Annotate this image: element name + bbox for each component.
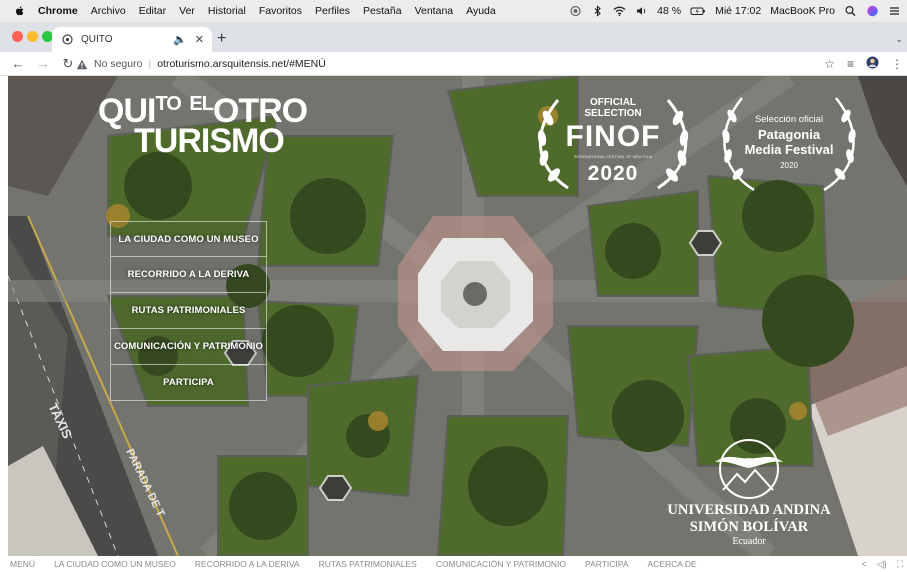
url-separator: | [148, 58, 152, 70]
not-secure-warning-icon[interactable] [76, 59, 88, 70]
tab-audio-icon[interactable]: 🔈 [173, 33, 187, 46]
menubar-editar[interactable]: Editar [139, 5, 166, 17]
bottom-nav-comunicacion-patrimonio[interactable]: COMUNICACIÓN Y PATRIMONIO [436, 559, 566, 569]
menu-item-ciudad-museo[interactable]: LA CIUDAD COMO UN MUSEO [110, 221, 267, 257]
tab-search-chevron-icon[interactable]: ⌄ [895, 34, 903, 45]
menubar-clock[interactable]: Mié 17:02 [715, 5, 761, 17]
menubar-ventana[interactable]: Ventana [415, 5, 454, 17]
main-menu: LA CIUDAD COMO UN MUSEO RECORRIDO A LA D… [110, 221, 267, 401]
bottom-nav-participa[interactable]: PARTICIPA [585, 559, 628, 569]
bookmark-star-icon[interactable]: ☆ [824, 57, 835, 71]
menubar-perfiles[interactable]: Perfiles [315, 5, 350, 17]
menu-item-participa[interactable]: PARTICIPA [110, 365, 267, 401]
menubar-ayuda[interactable]: Ayuda [466, 5, 496, 17]
bottom-nav-acerca-de[interactable]: ACERCA DE [648, 559, 697, 569]
tab-quito[interactable]: QUITO 🔈 ✕ [52, 27, 212, 52]
menubar-ver[interactable]: Ver [179, 5, 195, 17]
menubar-archivo[interactable]: Archivo [91, 5, 126, 17]
patagonia-name-line-1: Patagonia [757, 127, 821, 142]
menu-item-recorrido-deriva[interactable]: RECORRIDO A LA DERIVA [110, 257, 267, 293]
bottom-nav-recorrido-deriva[interactable]: RECORRIDO A LA DERIVA [195, 559, 300, 569]
university-name-line-2: SIMÓN BOLÍVAR [689, 519, 809, 535]
finof-official-selection: OFFICIAL SELECTION [584, 97, 642, 119]
window-minimize-button[interactable] [27, 31, 38, 42]
menubar-device-name[interactable]: MacBooK Pro [770, 5, 835, 17]
volume-icon[interactable] [635, 5, 648, 17]
browser-toolbar: ← → ↻ No seguro | otroturismo.arsquitens… [0, 52, 907, 76]
university-country: Ecuador [732, 536, 766, 547]
new-tab-button[interactable]: + [217, 31, 226, 47]
sound-icon[interactable]: ◁) [877, 559, 887, 570]
screen-record-icon[interactable] [569, 5, 582, 17]
bottom-nav-ciudad-museo[interactable]: LA CIUDAD COMO UN MUSEO [54, 559, 176, 569]
menubar-app-name[interactable]: Chrome [38, 5, 78, 17]
finof-subtitle: INTERNATIONAL FESTIVAL OF NEW FILM [573, 154, 653, 159]
menu-item-comunicacion-patrimonio[interactable]: COMUNICACIÓN Y PATRIMONIO [110, 329, 267, 365]
bottom-nav-rutas-patrimoniales[interactable]: RUTAS PATRIMONIALES [319, 559, 417, 569]
bottom-navigation: MENÚ LA CIUDAD COMO UN MUSEO RECORRIDO A… [0, 556, 907, 572]
share-icon[interactable]: < [862, 559, 867, 569]
wifi-icon[interactable] [613, 5, 626, 17]
condor-emblem-icon [715, 439, 783, 499]
not-secure-label[interactable]: No seguro [94, 58, 142, 70]
fullscreen-icon[interactable]: ⛶ [897, 559, 903, 570]
reading-list-icon[interactable]: ≡ [847, 57, 854, 71]
browser-menu-icon[interactable]: ⋮ [891, 57, 903, 71]
back-arrow-icon[interactable]: ← [11, 56, 25, 71]
control-center-icon[interactable] [888, 5, 901, 17]
menubar-favoritos[interactable]: Favoritos [259, 5, 302, 17]
menubar-status-area: 48 % Mié 17:02 MacBooK Pro [560, 0, 901, 22]
browser-tab-strip: QUITO 🔈 ✕ + ⌄ [0, 22, 907, 52]
menubar-historial[interactable]: Historial [208, 5, 246, 17]
patagonia-award-badge: Selección oficial Patagonia Media Festiv… [714, 90, 864, 194]
battery-percent: 48 % [657, 5, 682, 17]
url-text[interactable]: otroturismo.arsquitensis.net/#MENÚ [157, 58, 326, 70]
patagonia-name-line-2: Media Festival [744, 142, 834, 157]
hero-aerial-plaza: TAXIS PARADA DE T QUITO ELOTRO TURISMO L… [8, 76, 907, 556]
tab-favicon-icon [62, 34, 73, 45]
logo-line-2: TURISMO [134, 122, 285, 160]
spotlight-icon[interactable] [844, 5, 857, 17]
reload-icon[interactable]: ↻ [61, 56, 75, 72]
profile-avatar[interactable] [866, 56, 879, 72]
forward-arrow-icon[interactable]: → [36, 56, 50, 71]
bottom-nav-tools: < ◁) ⛶ [852, 556, 904, 572]
siri-icon[interactable] [866, 5, 879, 17]
patagonia-official-selection: Selección oficial [754, 114, 824, 125]
university-name-line-1: UNIVERSIDAD ANDINA [667, 502, 831, 518]
menu-item-rutas-patrimoniales[interactable]: RUTAS PATRIMONIALES [110, 293, 267, 329]
site-logo[interactable]: QUITO ELOTRO TURISMO [98, 94, 308, 160]
bottom-nav-menu[interactable]: MENÚ [10, 559, 35, 569]
bluetooth-icon[interactable] [591, 5, 604, 17]
finof-year: 2020 [587, 162, 639, 185]
tab-close-icon[interactable]: ✕ [195, 33, 204, 46]
window-close-button[interactable] [12, 31, 23, 42]
macos-menubar: Chrome Archivo Editar Ver Historial Favo… [0, 0, 907, 22]
address-bar[interactable]: No seguro | otroturismo.arsquitensis.net… [76, 54, 834, 74]
menubar-pestana[interactable]: Pestaña [363, 5, 402, 17]
toolbar-actions: ☆ ≡ ⋮ [812, 52, 903, 76]
battery-icon[interactable] [690, 5, 706, 17]
tab-title: QUITO [81, 34, 113, 45]
apple-icon[interactable] [14, 5, 26, 17]
finof-award-badge: OFFICIAL SELECTION FINOF INTERNATIONAL FE… [528, 90, 698, 194]
finof-name: FINOF [565, 120, 661, 153]
patagonia-year: 2020 [780, 161, 798, 170]
